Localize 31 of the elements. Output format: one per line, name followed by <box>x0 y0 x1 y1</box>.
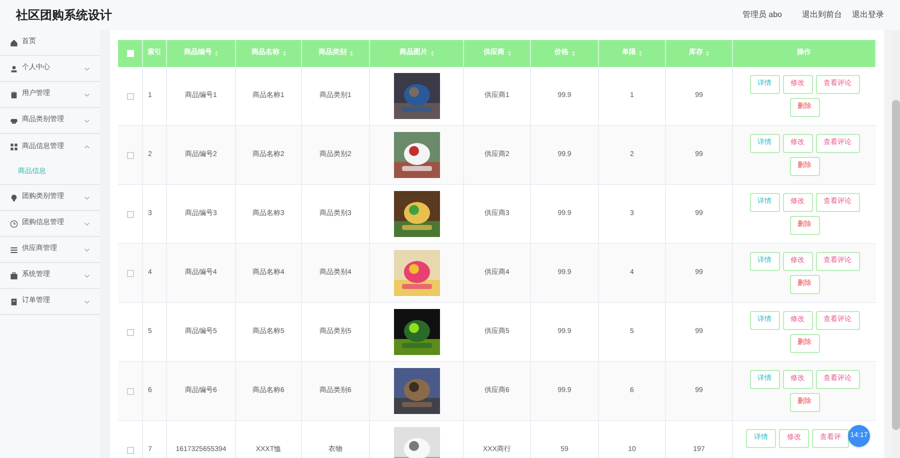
clock-icon <box>10 220 18 228</box>
home-icon <box>10 38 18 46</box>
row-checkbox[interactable] <box>126 328 134 336</box>
scrollbar[interactable] <box>892 100 900 430</box>
row-checkbox[interactable] <box>126 270 134 276</box>
app-title: 社区团购系统设计 <box>16 7 113 24</box>
sort-icon[interactable] <box>215 51 218 56</box>
row-checkbox[interactable] <box>126 210 134 218</box>
sort-icon[interactable] <box>508 51 510 56</box>
sort-icon[interactable] <box>706 51 709 56</box>
row-checkbox[interactable] <box>126 152 134 158</box>
header-link[interactable]: 退出到前台 <box>802 9 842 21</box>
person-icon <box>10 64 18 72</box>
header-link[interactable]: 退出登录 <box>852 9 884 21</box>
grid-icon <box>10 143 18 151</box>
sort-icon[interactable] <box>572 51 574 56</box>
sort-icon[interactable] <box>350 51 352 56</box>
row-checkbox[interactable] <box>126 92 134 100</box>
row-checkbox[interactable] <box>126 446 134 454</box>
stack-icon <box>10 116 18 124</box>
user-label: 管理员 abo <box>742 9 782 21</box>
sort-icon[interactable] <box>430 51 434 56</box>
row-checkbox[interactable] <box>126 388 134 394</box>
document-icon <box>10 298 18 306</box>
select-all-checkbox[interactable] <box>126 50 134 57</box>
bulb-icon <box>10 194 18 202</box>
briefcase-icon <box>10 272 18 280</box>
sort-icon[interactable] <box>639 51 642 56</box>
clipboard-icon <box>10 90 18 98</box>
list-icon <box>10 246 18 254</box>
sort-icon[interactable] <box>282 51 286 56</box>
